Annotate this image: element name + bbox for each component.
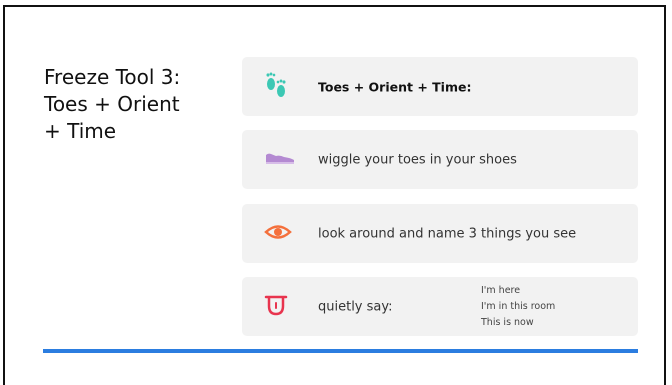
title-line-3: + Time <box>44 119 117 143</box>
phrase-list: I'm here I'm in this room This is now <box>481 283 555 331</box>
card-look-around: look around and name 3 things you see <box>242 204 638 263</box>
card-text: Toes + Orient + Time: <box>318 79 472 94</box>
title-line-2: Toes + Orient <box>44 92 180 116</box>
phrase-item: This is now <box>481 317 534 328</box>
phrase-item: I'm here <box>481 285 521 296</box>
card-wiggle-toes: wiggle your toes in your shoes <box>242 130 638 189</box>
card-text: wiggle your toes in your shoes <box>318 152 517 167</box>
footprints-icon <box>264 70 288 104</box>
card-quietly-say: quietly say: I'm here I'm in this room T… <box>242 277 638 336</box>
slide-title: Freeze Tool 3: Toes + Orient + Time <box>44 64 214 145</box>
title-line-1: Freeze Tool 3: <box>44 65 181 89</box>
phrase-item: I'm in this room <box>481 301 556 312</box>
tongue-icon <box>264 294 288 320</box>
eye-icon <box>264 223 292 245</box>
accent-rule <box>43 349 638 353</box>
card-text: quietly say: <box>318 299 393 314</box>
card-text: look around and name 3 things you see <box>318 226 577 241</box>
card-toes-orient-time: Toes + Orient + Time: <box>242 57 638 116</box>
shoe-icon <box>264 150 296 170</box>
